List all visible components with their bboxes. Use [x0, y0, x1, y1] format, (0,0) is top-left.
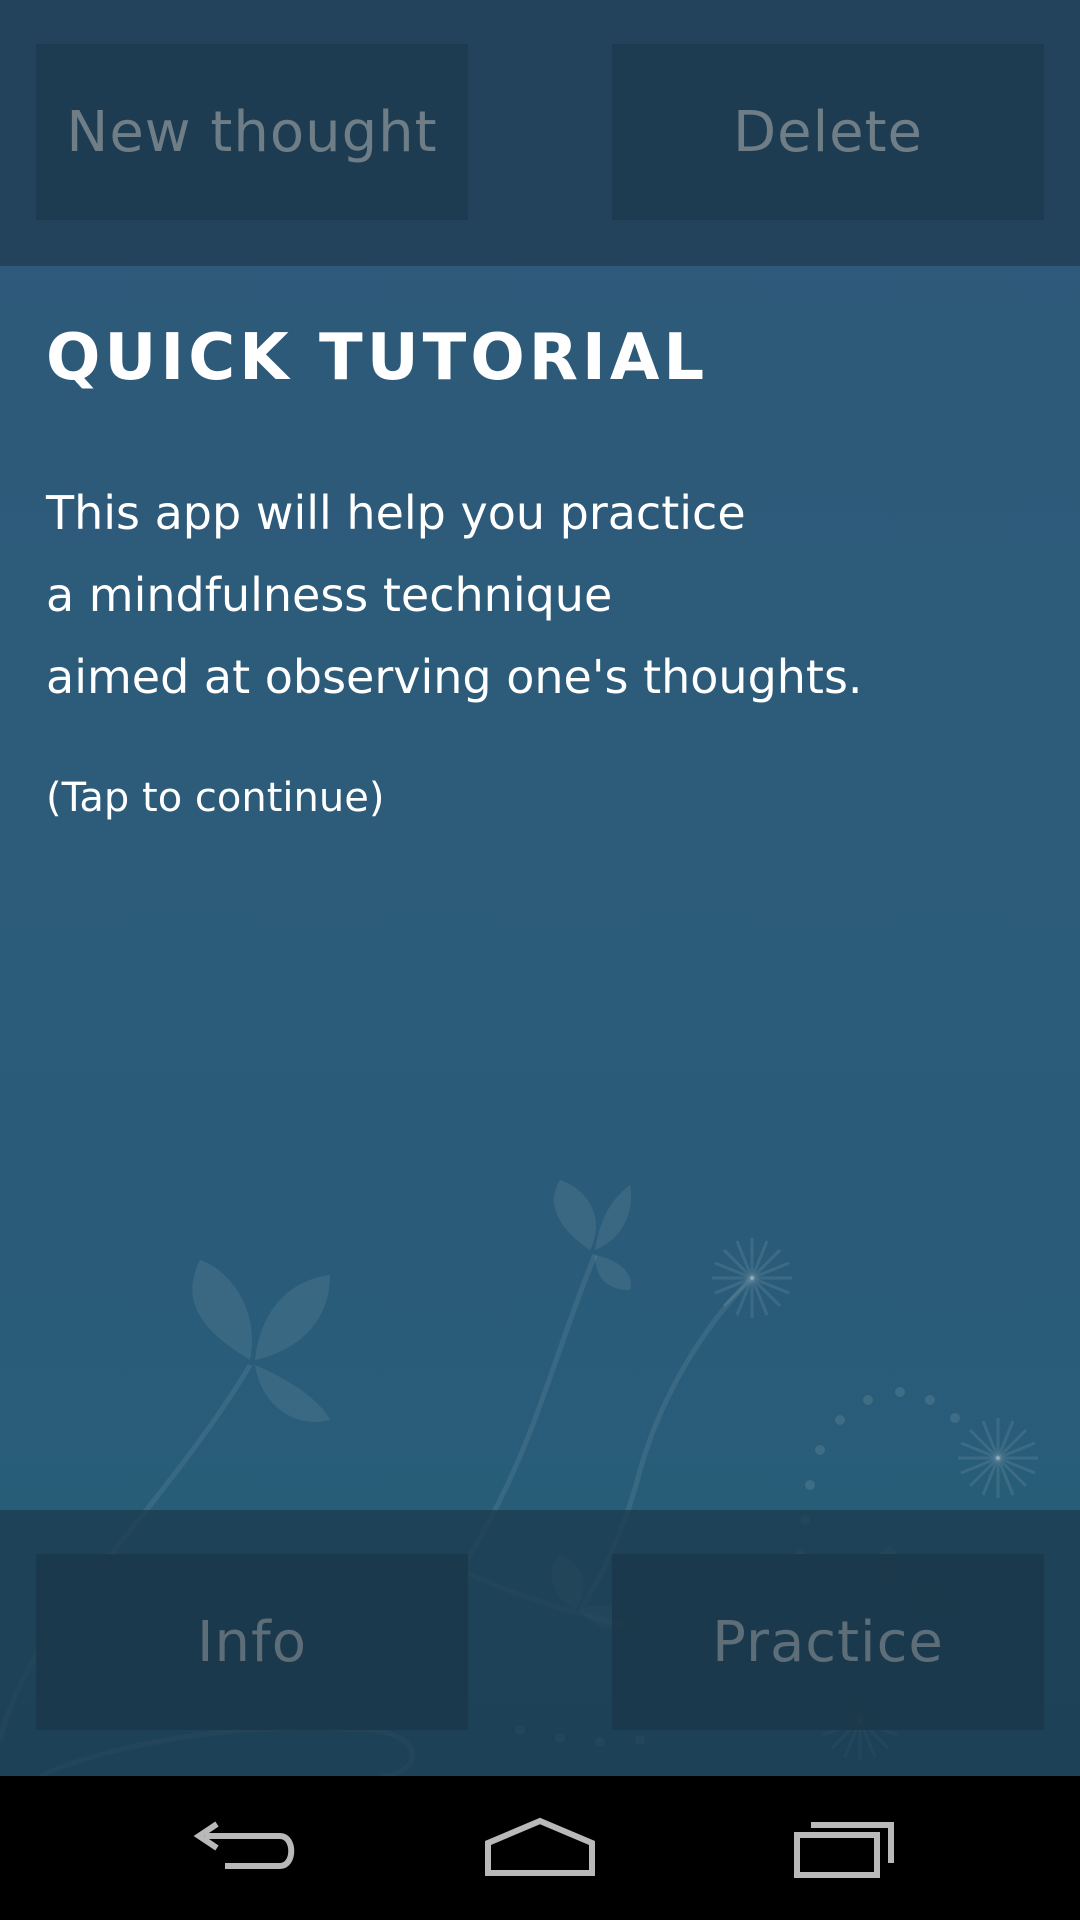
- delete-button[interactable]: Delete: [612, 44, 1044, 220]
- practice-button[interactable]: Practice: [612, 1554, 1044, 1730]
- new-thought-label: New thought: [66, 99, 438, 165]
- screen: New thought Delete QUICK TUTORIAL This a…: [0, 0, 1080, 1920]
- info-button[interactable]: Info: [36, 1554, 468, 1730]
- tutorial-line: aimed at observing one's thoughts.: [46, 650, 863, 704]
- bottom-action-bar: Info Practice: [0, 1510, 1080, 1776]
- tutorial-title: QUICK TUTORIAL: [46, 321, 709, 395]
- delete-label: Delete: [733, 99, 923, 165]
- tutorial-body: This app will help you practice a mindfu…: [46, 472, 1036, 718]
- info-label: Info: [197, 1609, 307, 1675]
- tutorial-screen[interactable]: New thought Delete QUICK TUTORIAL This a…: [0, 0, 1080, 1776]
- recent-apps-button[interactable]: [744, 1776, 944, 1920]
- back-arrow-icon: [193, 1821, 295, 1869]
- new-thought-button[interactable]: New thought: [36, 44, 468, 220]
- system-navigation-bar: [0, 1776, 1080, 1920]
- tap-to-continue-hint: (Tap to continue): [46, 775, 385, 821]
- tutorial-content: QUICK TUTORIAL This app will help you pr…: [46, 310, 1036, 828]
- practice-label: Practice: [712, 1609, 944, 1675]
- back-button[interactable]: [140, 1776, 340, 1920]
- top-action-bar: New thought Delete: [0, 0, 1080, 266]
- home-button[interactable]: [440, 1776, 640, 1920]
- home-icon: [485, 1817, 595, 1876]
- tutorial-line: a mindfulness technique: [46, 568, 613, 622]
- tutorial-line: This app will help you practice: [46, 486, 746, 540]
- recent-apps-icon: [794, 1822, 894, 1878]
